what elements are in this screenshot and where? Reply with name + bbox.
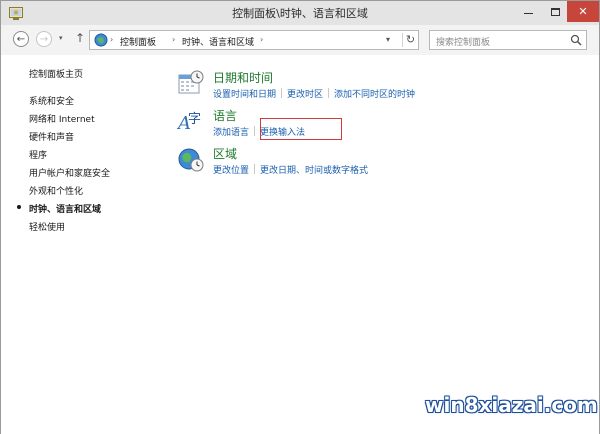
sidebar-item-hardware-sound[interactable]: 硬件和声音: [29, 130, 74, 143]
globe-clock-icon[interactable]: [177, 145, 205, 173]
refresh-icon: ↻: [405, 33, 416, 46]
category-title-language[interactable]: 语言: [213, 107, 237, 124]
sidebar-item-system-security[interactable]: 系统和安全: [29, 94, 74, 107]
link-divider: [281, 88, 283, 98]
refresh-button[interactable]: ↻: [402, 33, 418, 47]
breadcrumb-control-panel[interactable]: 控制面板: [120, 35, 156, 48]
forward-arrow-icon: →: [39, 33, 49, 45]
maximize-button[interactable]: [542, 1, 569, 22]
address-bar[interactable]: › 控制面板 › 时钟、语言和区域 › ▾ ↻: [89, 30, 419, 50]
link-divider: [254, 126, 256, 136]
sidebar-item-ease-of-access[interactable]: 轻松使用: [29, 220, 65, 233]
back-arrow-icon: ←: [16, 33, 26, 45]
link-change-location[interactable]: 更改位置: [213, 166, 249, 176]
sidebar-item-user-accounts[interactable]: 用户帐户和家庭安全: [29, 166, 110, 179]
calendar-clock-icon[interactable]: [177, 69, 205, 97]
link-divider: [254, 164, 256, 174]
minimize-button[interactable]: [515, 1, 542, 22]
window-title: 控制面板\时钟、语言和区域: [232, 7, 368, 20]
breadcrumb-clock-language-region[interactable]: 时钟、语言和区域: [182, 35, 254, 48]
control-panel-location-icon: [94, 33, 108, 47]
category-links-date-time: 设置时间和日期 更改时区 添加不同时区的时钟: [213, 87, 415, 100]
breadcrumb-separator[interactable]: ›: [110, 35, 113, 44]
sidebar-item-label: 时钟、语言和区域: [29, 205, 102, 215]
close-button[interactable]: ✕: [567, 1, 599, 22]
link-add-language[interactable]: 添加语言: [213, 128, 249, 138]
link-change-date-time-number-format[interactable]: 更改日期、时间或数字格式: [260, 166, 368, 176]
search-placeholder: 搜索控制面板: [436, 38, 491, 48]
content-area: 控制面板主页 系统和安全 网络和 Internet 硬件和声音 程序 用户帐户和…: [1, 55, 599, 434]
up-button[interactable]: ↑: [75, 31, 85, 45]
link-set-time-date[interactable]: 设置时间和日期: [213, 90, 276, 100]
sidebar-item-control-panel-home[interactable]: 控制面板主页: [29, 67, 83, 80]
navigation-bar: ← → ▾ ↑ › 控制面板 › 时钟、语言和区域 › ▾ ↻ 搜索控制面板: [1, 25, 599, 55]
sidebar-item-network-internet[interactable]: 网络和 Internet: [29, 112, 95, 125]
close-icon: ✕: [578, 5, 588, 18]
annotation-highlight-box: [260, 118, 342, 140]
language-icon[interactable]: A 字: [177, 107, 205, 135]
category-links-region: 更改位置 更改日期、时间或数字格式: [213, 163, 368, 176]
back-button[interactable]: ←: [13, 31, 29, 47]
active-bullet: [17, 205, 21, 209]
link-divider: [328, 88, 330, 98]
recent-locations-dropdown[interactable]: ▾: [59, 34, 63, 42]
minimize-icon: [524, 13, 533, 14]
link-change-time-zone[interactable]: 更改时区: [287, 90, 323, 100]
sidebar-item-programs[interactable]: 程序: [29, 148, 47, 161]
sidebar-item-clock-language-region[interactable]: 时钟、语言和区域: [17, 202, 102, 215]
watermark: win8xiazai.com: [425, 393, 598, 417]
sidebar-item-appearance[interactable]: 外观和个性化: [29, 184, 83, 197]
forward-button[interactable]: →: [36, 31, 52, 47]
category-title-region[interactable]: 区域: [213, 145, 237, 162]
category-title-date-time[interactable]: 日期和时间: [213, 69, 273, 86]
search-icon[interactable]: [570, 34, 582, 46]
maximize-icon: [551, 7, 560, 16]
svg-text:字: 字: [188, 112, 201, 127]
breadcrumb-separator[interactable]: ›: [260, 35, 263, 44]
control-panel-window: 控制面板\时钟、语言和区域 ✕ ← → ▾ ↑ › 控制面板 › 时钟、语言和区…: [0, 0, 600, 434]
link-add-clocks[interactable]: 添加不同时区的时钟: [334, 90, 415, 100]
title-bar: 控制面板\时钟、语言和区域 ✕: [1, 1, 599, 25]
address-history-dropdown[interactable]: ▾: [386, 35, 390, 44]
breadcrumb-separator[interactable]: ›: [172, 35, 175, 44]
search-box[interactable]: 搜索控制面板: [429, 30, 587, 50]
